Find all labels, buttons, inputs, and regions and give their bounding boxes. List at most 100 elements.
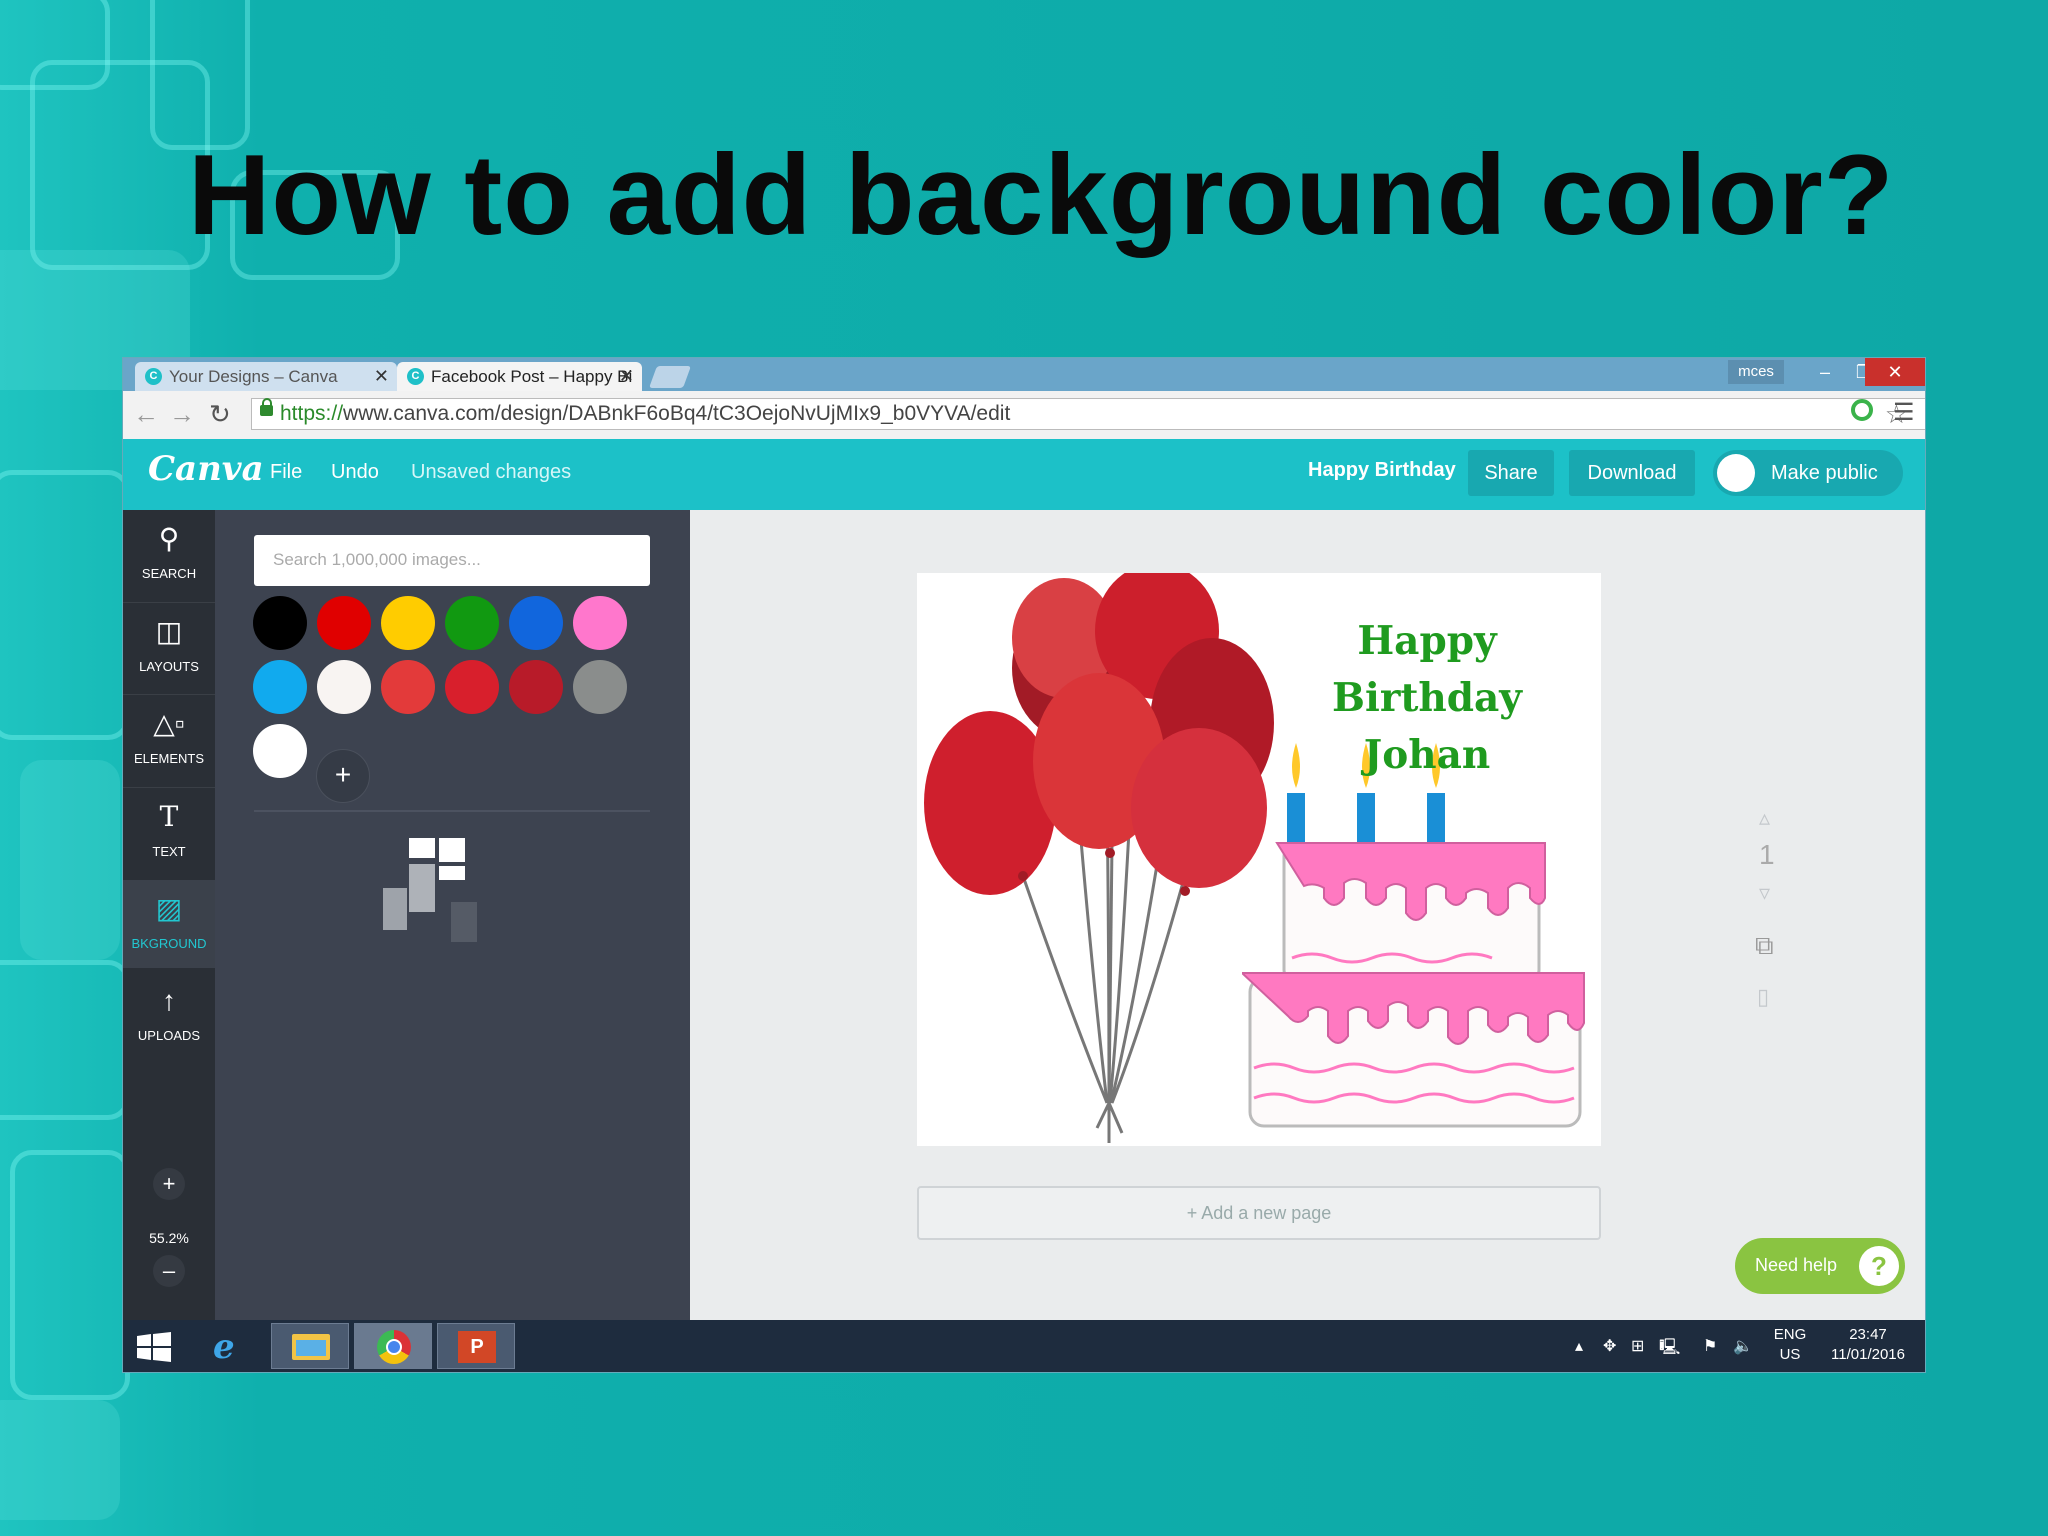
zoom-out-button[interactable]: – [153, 1255, 185, 1287]
zoom-in-button[interactable]: + [153, 1168, 185, 1200]
volume-icon[interactable]: 🔈 [1733, 1336, 1753, 1356]
lock-icon [260, 398, 273, 416]
rail-label: SEARCH [141, 566, 197, 581]
color-swatch[interactable] [445, 660, 499, 714]
url-text: www.canva.com/design/DABnkF6oBq4/tC3Oejo… [343, 402, 1011, 425]
birthday-cake-illustration [1242, 743, 1585, 1128]
copy-page-icon[interactable]: ⧉ [1755, 930, 1774, 962]
add-page-button[interactable]: + Add a new page [917, 1186, 1601, 1240]
network-icon[interactable]: 🖳 [1659, 1336, 1680, 1363]
minimize-icon[interactable]: – [1804, 358, 1846, 386]
color-swatch[interactable] [509, 660, 563, 714]
card-title-line1: Happy Birthday [1332, 618, 1522, 721]
rail-item-search[interactable]: ⚲ SEARCH [123, 510, 215, 598]
download-button[interactable]: Download [1569, 450, 1695, 496]
canva-toolbar: Canva File Undo Unsaved changes Happy Bi… [123, 439, 1925, 510]
windows-start-icon[interactable] [137, 1332, 171, 1362]
zoom-level: 55.2% [149, 1230, 189, 1246]
new-tab-button[interactable] [648, 366, 692, 388]
tab-strip: C Your Designs – Canva ✕ C Facebook Post… [123, 358, 1925, 391]
tab-facebook-post[interactable]: C Facebook Post – Happy Bi ✕ [397, 362, 642, 391]
chrome-icon[interactable] [354, 1323, 432, 1369]
rail-item-text[interactable]: T TEXT [123, 788, 215, 876]
card-title[interactable]: Happy Birthday Johan [1257, 613, 1597, 784]
make-public-label: Make public [1771, 462, 1878, 484]
clock[interactable]: 23:47 11/01/2016 [1823, 1325, 1913, 1365]
file-explorer-icon[interactable] [271, 1323, 349, 1369]
tab-label: Your Designs – Canva [169, 367, 338, 386]
save-status: Unsaved changes [411, 461, 572, 483]
canva-favicon-icon: C [145, 368, 162, 385]
window-close-icon[interactable]: ✕ [1865, 358, 1925, 386]
color-swatch[interactable] [573, 596, 627, 650]
clock-time: 23:47 [1849, 1326, 1887, 1343]
powerpoint-icon[interactable]: P [437, 1323, 515, 1369]
share-button[interactable]: Share [1468, 450, 1554, 496]
show-hidden-icons-icon[interactable]: ▴ [1575, 1336, 1583, 1356]
color-swatch[interactable] [253, 724, 307, 778]
internet-explorer-icon[interactable]: e [188, 1323, 266, 1369]
region-code: US [1779, 1346, 1801, 1363]
color-swatch[interactable] [317, 596, 371, 650]
color-swatch[interactable] [253, 660, 307, 714]
color-swatch[interactable] [573, 660, 627, 714]
delete-page-icon[interactable]: ▯ [1757, 984, 1769, 1010]
slide-title: How to add background color? [188, 132, 1895, 259]
undo-button[interactable]: Undo [331, 461, 379, 484]
page-number: 1 [1759, 839, 1775, 870]
action-center-flag-icon[interactable]: ⚑ [1703, 1336, 1717, 1356]
rail-label: TEXT [152, 844, 186, 859]
color-swatch[interactable] [317, 660, 371, 714]
background-icon: ▨ [155, 893, 183, 924]
rail-label: BKGROUND [131, 936, 207, 951]
move-page-down-icon[interactable]: ▿ [1759, 880, 1770, 906]
reload-icon[interactable]: ↻ [209, 399, 231, 430]
move-page-up-icon[interactable]: ▵ [1759, 805, 1770, 831]
rail-item-background[interactable]: ▨ BKGROUND [123, 880, 215, 968]
image-search-input[interactable]: Search 1,000,000 images... [254, 535, 650, 586]
color-swatch[interactable] [445, 596, 499, 650]
input-language[interactable]: ENG US [1760, 1325, 1820, 1365]
card-title-line2: Johan [1363, 732, 1491, 778]
rail-item-layouts[interactable]: ◫ LAYOUTS [123, 603, 215, 691]
url-protocol: https:// [280, 402, 344, 425]
rail-item-uploads[interactable]: ↑ UPLOADS [123, 972, 215, 1060]
color-swatch[interactable] [253, 596, 307, 650]
add-color-button[interactable]: + [316, 749, 370, 803]
profile-badge[interactable]: mces [1728, 360, 1784, 384]
design-title[interactable]: Happy Birthday [1308, 459, 1456, 482]
back-icon[interactable]: ← [133, 399, 159, 430]
dropbox-icon[interactable]: ✥ [1603, 1336, 1616, 1356]
side-rail: ⚲ SEARCH ◫ LAYOUTS △▫ ELEMENTS T TEXT ▨ … [123, 510, 215, 1320]
forward-icon[interactable]: → [169, 399, 195, 430]
tab-your-designs[interactable]: C Your Designs – Canva ✕ [135, 362, 397, 391]
language-code: ENG [1773, 1326, 1807, 1343]
toggle-knob [1717, 454, 1755, 492]
need-help-button[interactable]: Need help ? [1735, 1238, 1905, 1294]
close-tab-icon[interactable]: ✕ [374, 362, 389, 391]
address-bar: ← → ↻ https://www.canva.com/design/DABnk… [123, 391, 1925, 440]
rail-item-elements[interactable]: △▫ ELEMENTS [123, 695, 215, 783]
background-panel: Search 1,000,000 images... + [215, 510, 690, 1320]
color-swatch[interactable] [509, 596, 563, 650]
layouts-icon: ◫ [155, 616, 183, 647]
rail-label: LAYOUTS [139, 659, 199, 674]
text-icon: T [159, 800, 179, 833]
design-page[interactable]: Happy Birthday Johan [917, 573, 1601, 1146]
close-tab-icon[interactable]: ✕ [619, 362, 634, 391]
clock-date: 11/01/2016 [1831, 1346, 1905, 1363]
color-swatch[interactable] [381, 596, 435, 650]
extension-icon[interactable] [1851, 399, 1873, 421]
windows-taskbar: e P ▴ ✥ ⊞ 🖳 ⚑ 🔈 ENG US 23:47 11/01/2016 [123, 1320, 1925, 1372]
upload-icon: ↑ [162, 985, 176, 1016]
need-help-label: Need help [1755, 1255, 1838, 1275]
search-icon: ⚲ [158, 523, 180, 554]
color-swatch[interactable] [381, 660, 435, 714]
make-public-toggle[interactable]: Make public [1713, 450, 1903, 496]
url-field[interactable]: https://www.canva.com/design/DABnkF6oBq4… [251, 398, 1925, 430]
canva-logo[interactable]: Canva [148, 449, 264, 489]
windows-tray-icon[interactable]: ⊞ [1631, 1336, 1644, 1356]
browser-screenshot: C Your Designs – Canva ✕ C Facebook Post… [123, 358, 1925, 1372]
file-menu[interactable]: File [270, 461, 302, 484]
browser-menu-icon[interactable]: ☰ [1893, 398, 1915, 427]
